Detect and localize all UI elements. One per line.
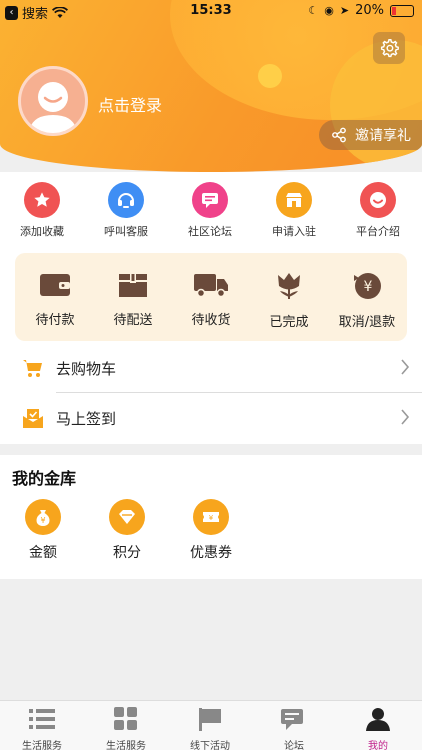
order-label: 已完成 bbox=[269, 315, 309, 330]
svg-text:¥: ¥ bbox=[40, 516, 45, 525]
flower-icon bbox=[278, 273, 300, 299]
order-pending-delivery[interactable]: 待配送 bbox=[94, 271, 172, 328]
quick-call-service[interactable]: 呼叫客服 bbox=[84, 182, 168, 239]
status-right: ☾ ◉ ➤ 20% bbox=[308, 3, 414, 18]
order-pending-payment[interactable]: 待付款 bbox=[16, 271, 94, 328]
settings-button[interactable] bbox=[373, 32, 405, 64]
store-icon bbox=[276, 182, 312, 218]
share-icon bbox=[332, 127, 346, 143]
flag-icon bbox=[199, 708, 221, 731]
truck-icon bbox=[194, 274, 228, 298]
order-cancel-refund[interactable]: ¥ 取消/退款 bbox=[328, 271, 406, 330]
vault-balance[interactable]: ¥ 金额 bbox=[3, 499, 83, 562]
svg-text:¥: ¥ bbox=[209, 514, 214, 522]
grid-icon bbox=[114, 707, 137, 730]
svg-text:¥: ¥ bbox=[364, 279, 373, 295]
lock-rotation-icon: ◉ bbox=[324, 4, 334, 17]
gear-icon bbox=[380, 39, 399, 58]
go-to-cart-row[interactable]: 去购物车 bbox=[0, 343, 422, 393]
login-link[interactable]: 点击登录 bbox=[98, 92, 162, 116]
check-in-row[interactable]: 马上签到 bbox=[0, 393, 422, 443]
avatar-face-icon bbox=[29, 82, 77, 133]
invite-button[interactable]: 邀请享礼 bbox=[319, 120, 422, 150]
row-label: 马上签到 bbox=[56, 410, 117, 428]
quick-action-label: 社区论坛 bbox=[188, 225, 232, 238]
tab-forum[interactable]: 论坛 bbox=[252, 707, 336, 750]
quick-actions: 添加收藏 呼叫客服 社区论坛 申请入驻 平台介绍 bbox=[0, 172, 422, 244]
tab-label: 线下活动 bbox=[190, 741, 230, 750]
order-status-panel: 待付款 待配送 待收货 已完成 ¥ 取消/退款 bbox=[15, 253, 407, 341]
header-decoration bbox=[258, 64, 282, 88]
battery-icon bbox=[390, 4, 414, 17]
user-icon bbox=[366, 708, 390, 731]
chat-icon bbox=[192, 182, 228, 218]
wallet-icon bbox=[40, 274, 70, 296]
headset-icon bbox=[108, 182, 144, 218]
battery-percent: 20% bbox=[355, 3, 384, 18]
tab-life-service-grid[interactable]: 生活服务 bbox=[84, 707, 168, 750]
moon-icon: ☾ bbox=[308, 4, 319, 17]
quick-platform-intro[interactable]: 平台介绍 bbox=[336, 182, 420, 239]
chevron-right-icon bbox=[401, 409, 410, 425]
quick-action-label: 添加收藏 bbox=[20, 225, 64, 238]
order-completed[interactable]: 已完成 bbox=[250, 271, 328, 330]
vault-item-label: 积分 bbox=[113, 545, 141, 561]
quick-apply-settle[interactable]: 申请入驻 bbox=[252, 182, 336, 239]
checkin-icon bbox=[23, 409, 43, 428]
tab-label: 生活服务 bbox=[22, 741, 62, 750]
order-label: 待配送 bbox=[113, 313, 153, 328]
tab-offline-events[interactable]: 线下活动 bbox=[168, 707, 252, 750]
invite-label: 邀请享礼 bbox=[355, 128, 411, 144]
order-pending-receipt[interactable]: 待收货 bbox=[172, 271, 250, 328]
order-label: 取消/退款 bbox=[338, 315, 396, 330]
vault-title: 我的金库 bbox=[12, 469, 77, 488]
quick-action-label: 呼叫客服 bbox=[104, 225, 148, 238]
forum-icon bbox=[281, 709, 303, 730]
vault-points[interactable]: 积分 bbox=[87, 499, 167, 562]
smile-icon bbox=[360, 182, 396, 218]
box-icon bbox=[119, 274, 147, 297]
avatar[interactable] bbox=[18, 66, 88, 136]
tab-life-service-list[interactable]: 生活服务 bbox=[0, 707, 84, 750]
diamond-icon bbox=[109, 499, 145, 535]
location-icon: ➤ bbox=[339, 4, 350, 17]
status-bar: ‹ 搜索 15:33 ☾ ◉ ➤ 20% bbox=[0, 0, 422, 22]
vault-item-label: 金额 bbox=[29, 545, 57, 561]
quick-community-forum[interactable]: 社区论坛 bbox=[168, 182, 252, 239]
vault-item-label: 优惠券 bbox=[190, 545, 232, 561]
cart-icon bbox=[23, 360, 42, 377]
coupon-icon: ¥ bbox=[193, 499, 229, 535]
profile-header: ‹ 搜索 15:33 ☾ ◉ ➤ 20% 点击登录 邀请享礼 bbox=[0, 0, 422, 172]
tab-mine[interactable]: 我的 bbox=[336, 707, 420, 750]
tab-label: 我的 bbox=[368, 741, 388, 750]
chevron-right-icon bbox=[401, 359, 410, 375]
quick-action-label: 申请入驻 bbox=[272, 225, 316, 238]
quick-add-favorite[interactable]: 添加收藏 bbox=[0, 182, 84, 239]
quick-action-label: 平台介绍 bbox=[356, 225, 400, 238]
order-label: 待收货 bbox=[191, 313, 231, 328]
refund-icon: ¥ bbox=[354, 273, 381, 299]
bottom-tab-bar: 生活服务 生活服务 线下活动 论坛 我的 bbox=[0, 700, 422, 750]
tab-label: 生活服务 bbox=[106, 741, 146, 750]
list-icon bbox=[29, 709, 55, 729]
star-icon bbox=[24, 182, 60, 218]
my-vault-section: 我的金库 ¥ 金额 积分 ¥ 优惠券 bbox=[0, 455, 422, 579]
money-bag-icon: ¥ bbox=[25, 499, 61, 535]
order-label: 待付款 bbox=[35, 313, 75, 328]
vault-coupons[interactable]: ¥ 优惠券 bbox=[171, 499, 251, 562]
row-label: 去购物车 bbox=[56, 360, 117, 378]
tab-label: 论坛 bbox=[284, 741, 304, 750]
